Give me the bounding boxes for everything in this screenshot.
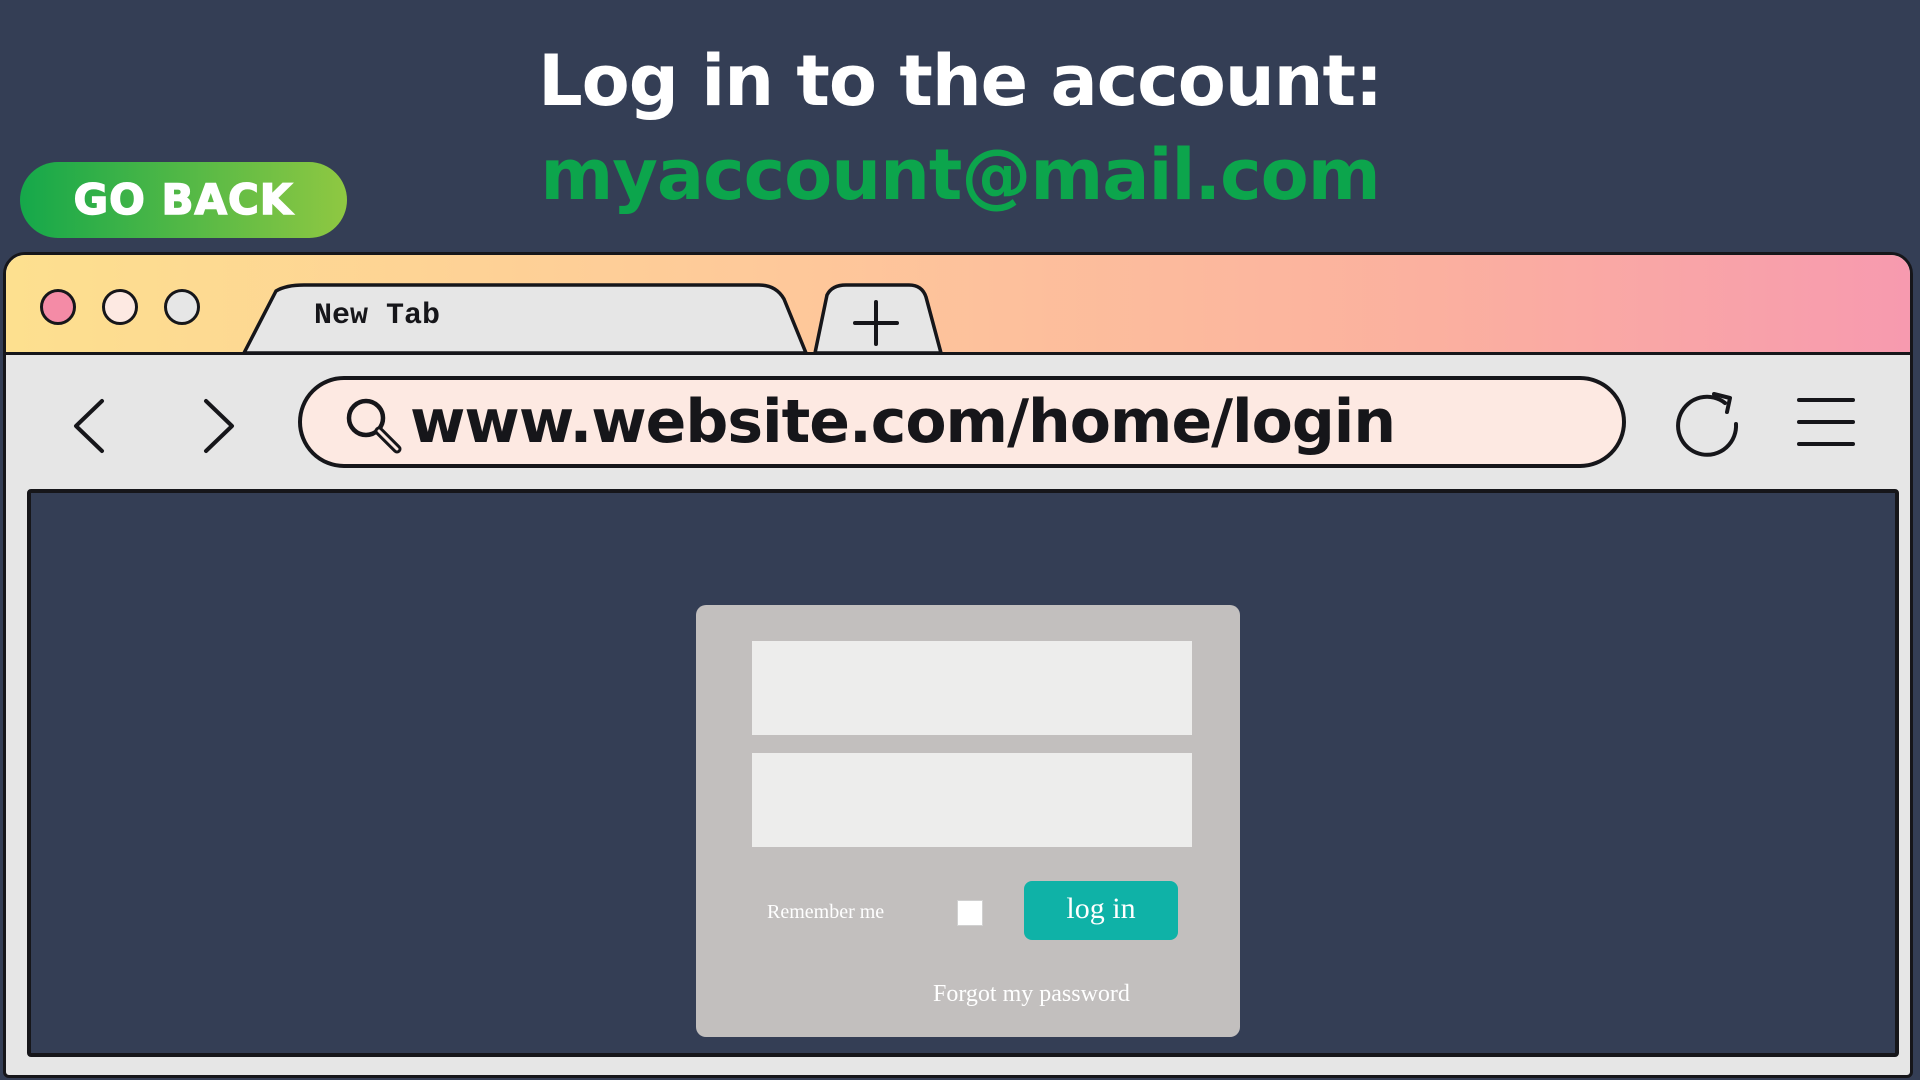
menu-button[interactable] xyxy=(1794,391,1858,455)
tab-shapes xyxy=(242,283,943,355)
go-back-button[interactable]: GO BACK xyxy=(20,162,347,238)
back-button[interactable] xyxy=(62,395,122,455)
tab-new-tab[interactable]: New Tab xyxy=(314,299,440,333)
browser-window: New Tab www.website.com/home/login Remem… xyxy=(3,252,1913,1078)
login-card: Remember me log in Forgot my password xyxy=(696,605,1240,1037)
forgot-password-link[interactable]: Forgot my password xyxy=(933,981,1130,1008)
window-maximize-button[interactable] xyxy=(164,289,200,325)
browser-titlebar: New Tab xyxy=(6,255,1910,355)
login-button[interactable]: log in xyxy=(1024,881,1178,940)
browser-toolbar: www.website.com/home/login xyxy=(6,355,1910,485)
remember-me-checkbox[interactable] xyxy=(957,900,983,926)
url-text[interactable]: www.website.com/home/login xyxy=(410,384,1396,460)
instruction-heading: Log in to the account: xyxy=(538,40,1383,122)
username-field[interactable] xyxy=(752,641,1192,735)
new-tab-button[interactable] xyxy=(824,285,924,355)
forward-button[interactable] xyxy=(190,395,250,455)
page: Log in to the account: myaccount@mail.co… xyxy=(0,0,1920,1080)
password-field[interactable] xyxy=(752,753,1192,847)
reload-button[interactable] xyxy=(1671,385,1745,459)
plus-icon xyxy=(853,300,899,346)
hamburger-menu-icon xyxy=(1797,398,1855,446)
page-viewport: Remember me log in Forgot my password xyxy=(27,489,1899,1057)
window-close-button[interactable] xyxy=(40,289,76,325)
address-bar[interactable]: www.website.com/home/login xyxy=(298,376,1626,468)
reload-icon xyxy=(1676,392,1739,457)
window-minimize-button[interactable] xyxy=(102,289,138,325)
remember-me-label: Remember me xyxy=(767,901,885,923)
search-icon xyxy=(346,398,402,454)
chevron-left-icon xyxy=(74,399,104,453)
chevron-right-icon xyxy=(204,399,234,453)
